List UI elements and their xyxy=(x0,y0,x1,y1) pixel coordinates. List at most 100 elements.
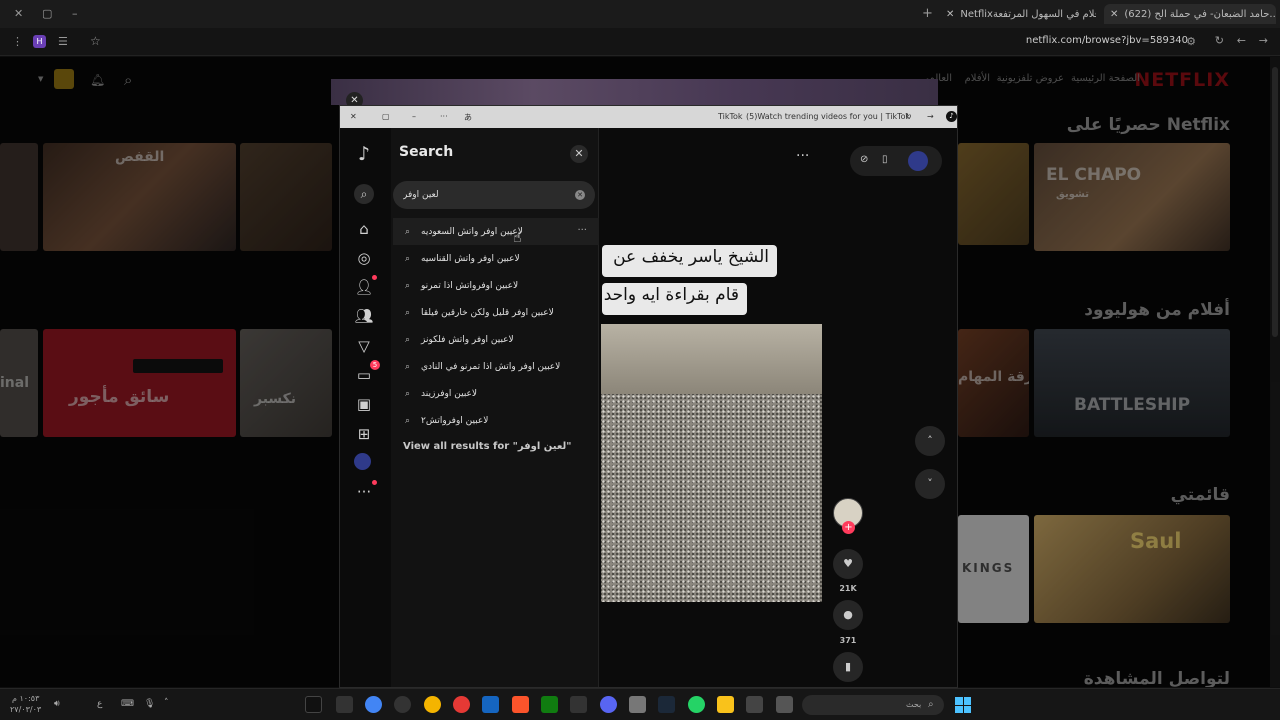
profile-avatar[interactable]: H xyxy=(33,35,46,48)
clock-date[interactable]: ٢٧/٠٣/٠٣ xyxy=(10,705,41,714)
comment-icon[interactable]: ● xyxy=(833,600,863,630)
windows-start-icon[interactable] xyxy=(955,697,971,713)
device-icon[interactable]: ▯ xyxy=(882,154,888,165)
chrome-icon[interactable] xyxy=(365,696,382,713)
menu-dots-icon[interactable]: ⋮ xyxy=(12,35,23,48)
site-settings-icon[interactable]: ⚙ xyxy=(1186,35,1196,48)
suggestion-item[interactable]: ⌕ لاعبين اوفر قليل ولكن خارقين فيلقا xyxy=(393,299,599,326)
minimize-window-icon[interactable]: – xyxy=(72,7,78,20)
new-tab-icon[interactable]: + xyxy=(922,6,933,21)
like-count: 21K xyxy=(839,584,857,593)
openai-icon[interactable] xyxy=(394,696,411,713)
capcut-icon[interactable] xyxy=(746,696,763,713)
language-indicator[interactable]: ع xyxy=(97,699,102,709)
crowd-graphic xyxy=(601,394,822,602)
suggestion-item[interactable]: ⌕ لاعبين اوفر واتش فلكونز xyxy=(393,326,599,353)
search-icon: ⌕ xyxy=(405,361,411,372)
following-icon[interactable]: 👤︎ xyxy=(354,275,377,297)
security-shield-icon[interactable] xyxy=(482,696,499,713)
suggestion-item[interactable]: ⌕ لاعبين اوفر واتش اذا تمرنو في النادي xyxy=(393,353,599,380)
close-tab-icon[interactable]: ✕ xyxy=(1110,9,1118,20)
video-feed: ··· ⊘ ▯ الشيخ ياسر يخفف عن قام بقراءة اي… xyxy=(600,128,957,687)
suggestion-item[interactable]: ⌕ لاعبين اوفرزيند xyxy=(393,380,599,407)
taskbar-search-box[interactable]: بحث ⌕ xyxy=(802,695,944,715)
profile-avatar[interactable] xyxy=(354,453,371,470)
suggestion-item[interactable]: ⌕ لاعيين اوفر واتش السعوديه ··· ☝ xyxy=(393,218,599,246)
reading-list-icon[interactable]: ☰ xyxy=(58,35,68,48)
forward-icon[interactable]: → xyxy=(1259,34,1268,47)
live-tv-icon[interactable]: ▣ xyxy=(354,394,374,414)
youtube-icon[interactable] xyxy=(453,696,470,713)
task-view-icon[interactable] xyxy=(776,696,793,713)
upload-icon[interactable]: ⊞ xyxy=(354,424,374,444)
close-tab-icon[interactable]: ✕ xyxy=(946,9,954,20)
more-options-icon[interactable]: ··· xyxy=(577,225,587,236)
close-icon[interactable]: ✕ xyxy=(350,112,357,121)
suggestion-item[interactable]: ⌕ لاعبين اوفر واتش القناسيه xyxy=(393,245,599,272)
clear-search-icon[interactable]: ✕ xyxy=(575,190,585,200)
app-name: TikTok xyxy=(718,112,743,121)
minimize-icon[interactable]: – xyxy=(412,112,416,121)
friends-icon[interactable]: 👥︎ xyxy=(354,306,374,326)
tray-chevron-icon[interactable]: ˄ xyxy=(164,698,169,708)
close-search-icon[interactable]: ✕ xyxy=(570,145,588,163)
whatsapp-icon[interactable] xyxy=(688,696,705,713)
maximize-window-icon[interactable]: ▢ xyxy=(42,7,52,20)
more-icon[interactable]: ··· xyxy=(354,480,377,502)
tab-youtube[interactable]: ✕ (622) حامد الضبعان- في حملة الح... ▶ xyxy=(1104,4,1276,24)
explore-compass-icon[interactable]: ◎ xyxy=(354,248,374,268)
translate-icon[interactable]: あ xyxy=(464,112,472,123)
discord-icon[interactable] xyxy=(600,696,617,713)
creator-avatar[interactable]: + xyxy=(833,498,863,534)
search-box[interactable]: ✕ xyxy=(393,181,595,209)
tiktok-app-icon[interactable] xyxy=(305,696,322,713)
search-panel-title: Search xyxy=(399,144,454,160)
previous-video-icon[interactable]: ˄ xyxy=(915,426,945,456)
chrome-canary-icon[interactable] xyxy=(424,696,441,713)
search-input[interactable] xyxy=(403,187,563,203)
os-taskbar: ١٠:٥٣ م ٢٧/٠٣/٠٣ 🔊︎ ع ⌨ 🎙︎ ˄ بحث ⌕ xyxy=(0,688,1280,720)
back-icon[interactable]: ← xyxy=(1237,34,1246,47)
home-icon[interactable]: ⌂ xyxy=(354,219,374,239)
profile-avatar[interactable] xyxy=(908,151,928,171)
caption-line-2: قام بقراءة ايه واحد xyxy=(602,283,747,315)
microphone-icon[interactable]: 🎙︎ xyxy=(144,699,155,709)
file-explorer-icon[interactable] xyxy=(717,696,734,713)
mouse-cursor-icon: ☝ xyxy=(513,230,522,246)
forward-icon[interactable]: → xyxy=(927,112,934,121)
keyboard-icon[interactable]: ⌨ xyxy=(121,699,134,709)
steam-icon[interactable] xyxy=(658,696,675,713)
epic-icon[interactable] xyxy=(570,696,587,713)
video-more-icon[interactable]: ··· xyxy=(796,148,809,164)
tab-netflix[interactable]: ✕ Netflixأفلام في السهول المرتفعة N xyxy=(946,4,1096,24)
popup-title-bar: ✕ ▢ – ··· あ TikTok (5)Watch trending vid… xyxy=(340,106,957,128)
xbox-icon[interactable] xyxy=(541,696,558,713)
like-heart-icon[interactable]: ♥ xyxy=(833,549,863,579)
close-window-icon[interactable]: ✕ xyxy=(14,7,23,20)
bookmark-star-icon[interactable]: ☆ xyxy=(90,34,101,48)
more-icon[interactable]: ··· xyxy=(440,112,448,121)
search-icon[interactable]: ⌕ xyxy=(354,184,374,204)
suggestion-item[interactable]: ⌕ لاعبين اوفرواتش اذا تمرنو xyxy=(393,272,599,299)
activity-icon[interactable]: ▽ xyxy=(354,336,374,356)
follow-plus-icon[interactable]: + xyxy=(842,521,855,534)
reload-icon[interactable]: ↻ xyxy=(905,112,912,121)
bookmark-icon[interactable]: ▮ xyxy=(833,652,863,682)
view-all-results-link[interactable]: View all results for "لعين اوفر" xyxy=(403,441,571,452)
volume-icon[interactable]: 🔊︎ xyxy=(54,699,60,709)
brave-icon[interactable] xyxy=(512,696,529,713)
epic-games-icon[interactable] xyxy=(336,696,353,713)
comment-count: 371 xyxy=(839,636,857,645)
suggestion-item[interactable]: ⌕ لاعبين اوفرواتش٢ xyxy=(393,407,599,434)
maximize-icon[interactable]: ▢ xyxy=(382,112,390,121)
url-field[interactable]: netflix.com/browse?jbv=589340 xyxy=(1026,35,1188,46)
video-player[interactable] xyxy=(601,324,822,602)
compass-icon[interactable]: ⊘ xyxy=(860,154,868,165)
tiktok-popup-window: ✕ ▢ – ··· あ TikTok (5)Watch trending vid… xyxy=(339,105,958,688)
clock-time[interactable]: ١٠:٥٣ م xyxy=(12,694,39,703)
tiktok-logo-icon[interactable]: ♪ xyxy=(354,144,374,164)
messages-icon[interactable]: ▭ 5 xyxy=(354,360,380,385)
next-video-icon[interactable]: ˅ xyxy=(915,469,945,499)
store-icon[interactable] xyxy=(629,696,646,713)
reload-icon[interactable]: ↻ xyxy=(1215,34,1224,47)
